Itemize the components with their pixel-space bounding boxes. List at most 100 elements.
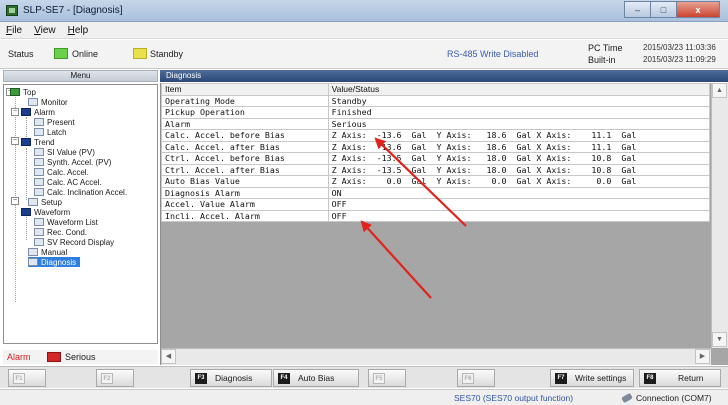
f1-key-icon: F1 xyxy=(13,372,25,384)
f8-key-icon: F8 xyxy=(644,372,656,384)
vertical-scrollbar[interactable]: ▲ ▼ xyxy=(711,83,728,348)
close-button[interactable]: x xyxy=(676,1,720,18)
connection-status: Connection (COM7) xyxy=(621,392,712,404)
tree-item-latch[interactable]: Latch xyxy=(34,127,67,137)
rs485-status: RS-485 Write Disabled xyxy=(447,49,539,59)
menu-help-label: elp xyxy=(74,24,89,36)
tree-item-top[interactable]: Top xyxy=(10,87,36,97)
scroll-right-icon[interactable]: ▶ xyxy=(695,349,710,364)
alarm-label: Alarm xyxy=(7,352,31,362)
tree-item-calc-accel[interactable]: Calc. Accel. xyxy=(34,167,89,177)
diagnosis-button[interactable]: F3 Diagnosis xyxy=(190,369,272,387)
tree-item-manual[interactable]: Manual xyxy=(28,247,67,257)
tree-item-alarm[interactable]: Alarm xyxy=(21,107,55,117)
table-row[interactable]: Incli. Accel. Alarm OFF xyxy=(161,209,711,222)
menu-tree: − − − − Top Monitor Alarm Present Latch … xyxy=(3,84,158,344)
tree-item-label: SV Record Display xyxy=(47,237,115,247)
alarm-value: Serious xyxy=(65,352,96,362)
table-row[interactable]: Calc. Accel. after Bias Z Axis: -13.6 Gal… xyxy=(161,140,711,153)
f5-button[interactable]: F5 xyxy=(368,369,406,387)
f1-button[interactable]: F1 xyxy=(8,369,46,387)
scroll-down-icon[interactable]: ▼ xyxy=(712,332,727,347)
f7-key-icon: F7 xyxy=(555,372,567,384)
menu-file[interactable]: File xyxy=(6,25,22,36)
f6-button[interactable]: F6 xyxy=(457,369,495,387)
row-value: Z Axis: -13.6 Gal Y Axis: 18.6 Gal X Axi… xyxy=(327,140,711,153)
menu-view[interactable]: View xyxy=(34,25,56,36)
tree-item-trend[interactable]: Trend xyxy=(21,137,55,147)
table-row[interactable]: Ctrl. Accel. before Bias Z Axis: -13.5 Ga… xyxy=(161,152,711,165)
tree-item-present[interactable]: Present xyxy=(34,117,75,127)
tree-item-waveform[interactable]: Waveform xyxy=(21,207,70,217)
function-key-bar: F1 F2 F3 Diagnosis F4 Auto Bias F5 F6 F7 Wr… xyxy=(0,366,728,388)
tree-item-label: Waveform List xyxy=(47,217,98,227)
minimize-button[interactable]: – xyxy=(624,1,650,18)
table-row[interactable]: Ctrl. Accel. after Bias Z Axis: -13.5 Gal… xyxy=(161,163,711,176)
tree-item-si-value[interactable]: SI Value (PV) xyxy=(34,147,95,157)
row-value: Z Axis: 0.0 Gal Y Axis: 0.0 Gal X Axis: … xyxy=(327,175,711,188)
tree-item-label: Calc. Accel. xyxy=(47,167,89,177)
return-button[interactable]: F8 Return xyxy=(639,369,721,387)
menu-panel-header: Menu xyxy=(3,70,158,82)
tree-item-synth-accel[interactable]: Synth. Accel. (PV) xyxy=(34,157,111,167)
tree-item-rec-cond[interactable]: Rec. Cond. xyxy=(34,227,87,237)
tree-item-diagnosis[interactable]: Diagnosis xyxy=(28,257,81,267)
column-header-value: Value/Status xyxy=(327,83,711,96)
app-icon xyxy=(6,5,18,16)
alarm-indicator xyxy=(47,352,61,362)
menu-help[interactable]: Help xyxy=(68,25,89,36)
maximize-button[interactable]: □ xyxy=(650,1,676,18)
builtin-time-label: Built-in xyxy=(588,55,616,65)
standby-text: Standby xyxy=(150,49,184,59)
page-icon xyxy=(34,158,44,166)
row-item: Ctrl. Accel. before Bias xyxy=(161,152,329,165)
page-icon xyxy=(28,198,38,206)
tree-expander[interactable]: − xyxy=(11,108,19,116)
horizontal-scrollbar[interactable]: ◀ ▶ xyxy=(161,348,711,365)
page-icon xyxy=(34,238,44,246)
f3-key-icon: F3 xyxy=(195,372,207,384)
tree-item-sv-record[interactable]: SV Record Display xyxy=(34,237,114,247)
table-row[interactable]: Alarm Serious xyxy=(161,117,711,130)
tree-item-calc-incl-accel[interactable]: Calc. Inclination Accel. xyxy=(34,187,127,197)
title-bar: SLP-SE7 - [Diagnosis] – □ x xyxy=(0,0,728,22)
tree-item-label: Synth. Accel. (PV) xyxy=(47,157,112,167)
f5-key-icon: F5 xyxy=(373,372,385,384)
panel-header: Diagnosis xyxy=(160,70,728,82)
scroll-up-icon[interactable]: ▲ xyxy=(712,83,727,98)
tree-item-label: Diagnosis xyxy=(41,257,77,267)
page-icon xyxy=(34,148,44,156)
table-row[interactable]: Auto Bias Value Z Axis: 0.0 Gal Y Axis: 0… xyxy=(161,175,711,188)
row-value: ON xyxy=(327,186,711,199)
table-row[interactable]: Operating Mode Standby xyxy=(161,94,711,107)
tree-item-label: Rec. Cond. xyxy=(47,227,88,237)
table-row[interactable]: Calc. Accel. before Bias Z Axis: -13.6 Ga… xyxy=(161,129,711,142)
row-item: Incli. Accel. Alarm xyxy=(161,209,329,222)
table-row[interactable]: Accel. Value Alarm OFF xyxy=(161,198,711,211)
write-settings-button[interactable]: F7 Write settings xyxy=(550,369,634,387)
builtin-time-value: 2015/03/23 11:09:29 xyxy=(643,55,716,64)
tree-connector xyxy=(26,117,27,139)
write-settings-button-label: Write settings xyxy=(575,373,627,383)
row-value: Z Axis: -13.5 Gal Y Axis: 18.0 Gal X Axi… xyxy=(327,163,711,176)
auto-bias-button[interactable]: F4 Auto Bias xyxy=(273,369,359,387)
folder-icon xyxy=(21,108,31,116)
tree-expander[interactable]: − xyxy=(11,137,19,145)
tree-item-monitor[interactable]: Monitor xyxy=(28,97,68,107)
page-icon xyxy=(28,98,38,106)
table-row[interactable]: Pickup Operation Finished xyxy=(161,106,711,119)
row-value: OFF xyxy=(327,198,711,211)
tree-item-label: Calc. AC Accel. xyxy=(47,177,102,187)
tree-item-waveform-list[interactable]: Waveform List xyxy=(34,217,98,227)
scroll-left-icon[interactable]: ◀ xyxy=(161,349,176,364)
f2-button[interactable]: F2 xyxy=(96,369,134,387)
row-item: Accel. Value Alarm xyxy=(161,198,329,211)
online-text: Online xyxy=(72,49,99,59)
tree-item-calc-ac-accel[interactable]: Calc. AC Accel. xyxy=(34,177,102,187)
tree-expander[interactable]: − xyxy=(11,197,19,205)
menu-bar: File View Help xyxy=(0,22,728,39)
tree-item-setup[interactable]: Setup xyxy=(28,197,62,207)
status-label: Status xyxy=(8,49,34,59)
page-icon xyxy=(34,218,44,226)
table-row[interactable]: Diagnosis Alarm ON xyxy=(161,186,711,199)
